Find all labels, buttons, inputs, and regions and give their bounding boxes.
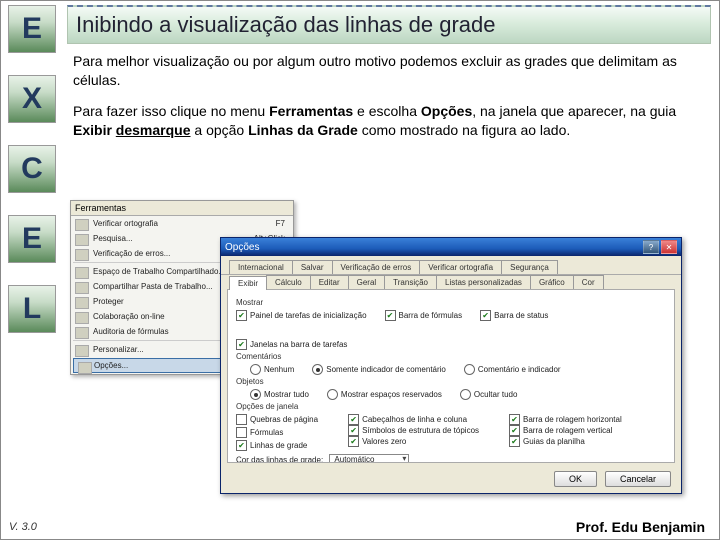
tab-panel-exibir: Mostrar Painel de tarefas de inicializaç… xyxy=(227,289,675,463)
checkbox[interactable]: Janelas na barra de tarefas xyxy=(236,339,347,350)
gridline-color-select[interactable]: Automático xyxy=(329,454,409,463)
checkbox[interactable]: Barra de rolagem vertical xyxy=(509,425,612,436)
checkbox[interactable]: Quebras de página xyxy=(236,414,318,425)
tab[interactable]: Listas personalizadas xyxy=(436,275,531,289)
letter-box: C xyxy=(8,145,56,193)
group-comentarios: Comentários xyxy=(236,352,666,361)
ok-button[interactable]: OK xyxy=(554,471,597,487)
radio[interactable]: Somente indicador de comentário xyxy=(312,364,446,375)
letter-box: E xyxy=(8,5,56,53)
checkbox[interactable]: Barra de fórmulas xyxy=(385,310,463,321)
tab[interactable]: Editar xyxy=(310,275,349,289)
group-janela: Opções de janela xyxy=(236,402,666,411)
menu-item-icon xyxy=(75,234,89,246)
tab[interactable]: Internacional xyxy=(229,260,293,274)
group-objetos: Objetos xyxy=(236,377,666,386)
tab[interactable]: Gráfico xyxy=(530,275,574,289)
version-label: V. 3.0 xyxy=(9,521,37,533)
checkbox[interactable]: Guias da planilha xyxy=(509,436,585,447)
menu-item-icon xyxy=(75,312,89,324)
tab[interactable]: Segurança xyxy=(501,260,558,274)
tab[interactable]: Cor xyxy=(573,275,604,289)
help-icon[interactable]: ? xyxy=(643,240,659,254)
tab[interactable]: Verificação de erros xyxy=(332,260,421,274)
radio[interactable]: Mostrar espaços reservados xyxy=(327,389,442,400)
radio[interactable]: Comentário e indicador xyxy=(464,364,561,375)
letter-box: E xyxy=(8,215,56,263)
gridline-color-label: Cor das linhas de grade: xyxy=(236,456,323,463)
author-label: Prof. Edu Benjamin xyxy=(576,519,705,535)
menu-item-icon xyxy=(75,345,89,357)
tabs-row-2: ExibirCálculoEditarGeralTransiçãoListas … xyxy=(221,275,681,289)
checkbox[interactable]: Fórmulas xyxy=(236,427,283,438)
tab[interactable]: Geral xyxy=(348,275,386,289)
letter-box: X xyxy=(8,75,56,123)
checkbox[interactable]: Símbolos de estrutura de tópicos xyxy=(348,425,479,436)
tab[interactable]: Cálculo xyxy=(266,275,311,289)
menu-item[interactable]: Verificar ortografiaF7 xyxy=(71,216,293,231)
checkbox[interactable]: Barra de rolagem horizontal xyxy=(509,414,622,425)
tab[interactable]: Salvar xyxy=(292,260,333,274)
menu-item-icon xyxy=(75,249,89,261)
checkbox[interactable]: Barra de status xyxy=(480,310,548,321)
menu-header: Ferramentas xyxy=(71,201,293,216)
cancel-button[interactable]: Cancelar xyxy=(605,471,671,487)
letter-box: L xyxy=(8,285,56,333)
menu-item-icon xyxy=(75,267,89,279)
tab[interactable]: Transição xyxy=(384,275,437,289)
options-dialog: Opções ? ✕ InternacionalSalvarVerificaçã… xyxy=(220,237,682,494)
tab[interactable]: Verificar ortografia xyxy=(419,260,502,274)
menu-item-icon xyxy=(78,362,92,374)
radio[interactable]: Nenhum xyxy=(250,364,294,375)
menu-item-icon xyxy=(75,327,89,339)
sidebar-letters: E X C E L xyxy=(1,1,63,515)
page-title: Inibindo a visualização das linhas de gr… xyxy=(67,5,711,44)
checkbox[interactable]: Valores zero xyxy=(348,436,406,447)
radio[interactable]: Ocultar tudo xyxy=(460,389,518,400)
body-text: Para melhor visualização ou por algum ou… xyxy=(67,50,711,154)
radio[interactable]: Mostrar tudo xyxy=(250,389,309,400)
tabs-row-1: InternacionalSalvarVerificação de errosV… xyxy=(221,256,681,275)
window-titlebar[interactable]: Opções ? ✕ xyxy=(221,238,681,256)
close-icon[interactable]: ✕ xyxy=(661,240,677,254)
tab[interactable]: Exibir xyxy=(229,276,267,290)
checkbox[interactable]: Cabeçalhos de linha e coluna xyxy=(348,414,467,425)
checkbox[interactable]: Linhas de grade xyxy=(236,440,307,451)
group-mostrar: Mostrar xyxy=(236,298,666,307)
window-title: Opções xyxy=(225,242,259,253)
menu-item-icon xyxy=(75,282,89,294)
checkbox[interactable]: Painel de tarefas de inicialização xyxy=(236,310,367,321)
menu-item-icon xyxy=(75,297,89,309)
menu-item-icon xyxy=(75,219,89,231)
